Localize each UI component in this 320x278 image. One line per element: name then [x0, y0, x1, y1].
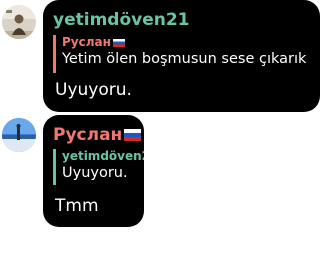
- avatar[interactable]: [2, 5, 36, 39]
- russia-flag-icon: [124, 129, 142, 141]
- avatar[interactable]: [2, 118, 36, 152]
- avatar-photo: [2, 118, 36, 152]
- sender-name-text: Руслан: [53, 125, 123, 145]
- reply-text: Uyuyoru.: [62, 165, 128, 181]
- reply-author: yetimdöven2: [62, 149, 144, 163]
- reply-quote[interactable]: Руслан Yetim ölen boşmusun sese çıkarık: [53, 35, 306, 73]
- message-text: Uyuyoru.: [55, 80, 132, 100]
- message-bubble[interactable]: Руслан yetimdöven2 Uyuyoru. Tmm: [43, 115, 144, 227]
- reply-author: Руслан: [62, 35, 306, 50]
- sender-name[interactable]: yetimdöven21: [53, 10, 190, 30]
- reply-author-name: Руслан: [62, 35, 111, 49]
- reply-text: Yetim ölen boşmusun sese çıkarık: [62, 51, 307, 67]
- avatar-photo: [2, 5, 36, 39]
- message-bubble[interactable]: yetimdöven21 Руслан Yetim ölen boşmusun …: [43, 0, 320, 112]
- message-text: Tmm: [55, 196, 99, 216]
- chat-screen: yetimdöven21 Руслан Yetim ölen boşmusun …: [0, 0, 320, 278]
- reply-quote[interactable]: yetimdöven2 Uyuyoru.: [53, 149, 144, 185]
- russia-flag-icon: [112, 38, 125, 47]
- sender-name[interactable]: Руслан: [53, 125, 142, 145]
